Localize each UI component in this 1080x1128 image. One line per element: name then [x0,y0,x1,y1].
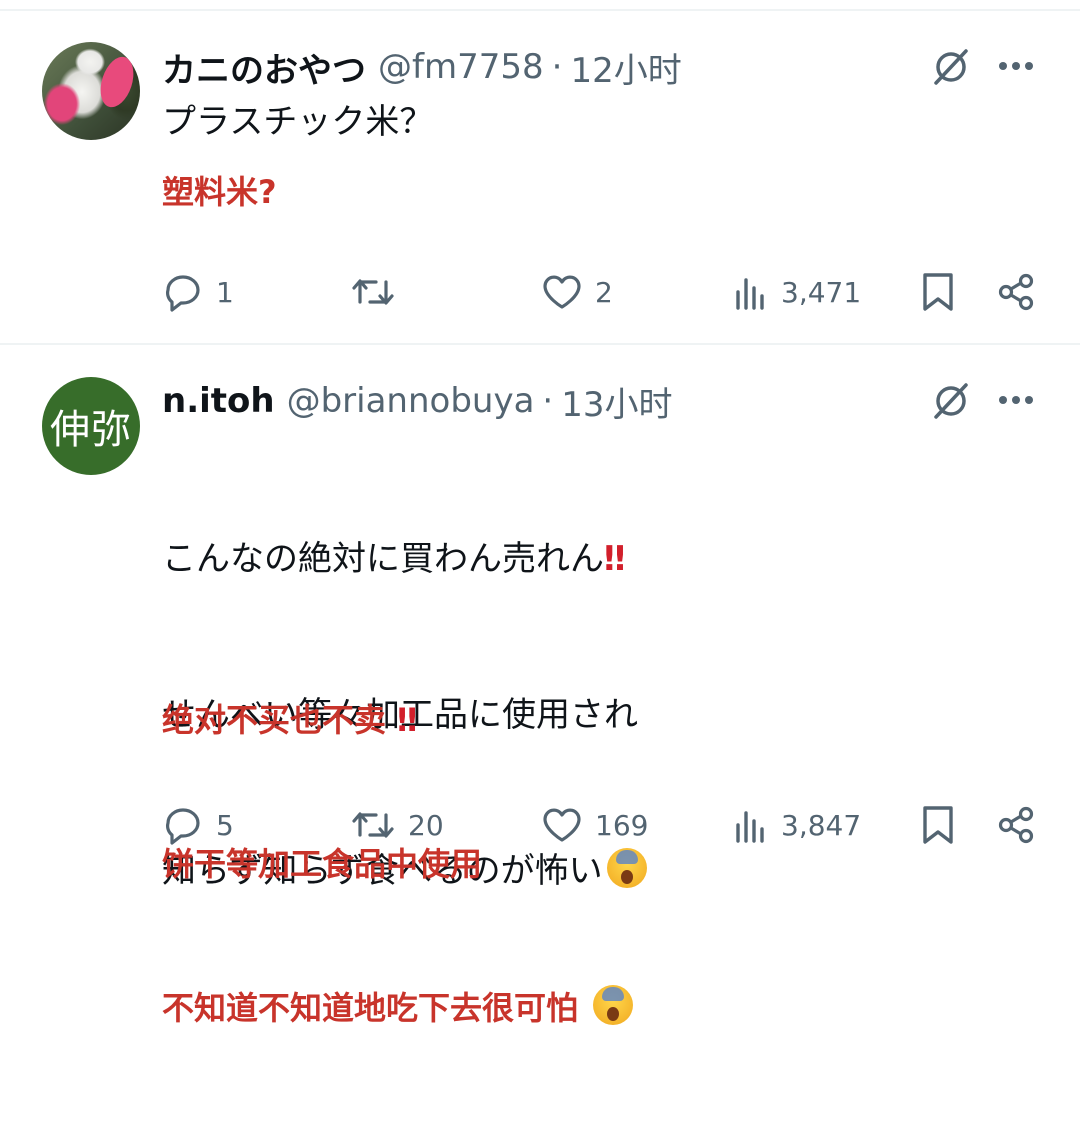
double-exclamation-emoji: ‼ [397,701,418,739]
bookmark-icon [923,273,953,311]
grok-icon[interactable] [928,378,974,424]
views-icon [736,278,764,310]
action-bar: 5 20 169 3,847 [0,800,1080,850]
screaming-face-emoji [593,985,634,1025]
repost-button[interactable]: 20 [350,800,444,850]
user-handle[interactable]: @fm7758 [378,47,544,87]
tweet-2[interactable]: 伸弥 n.itoh @briannobuya · 13小时 こんなの絶対に買わん… [0,345,1080,1027]
display-name[interactable]: n.itoh [162,381,275,421]
share-button[interactable] [996,267,1036,317]
share-icon [998,806,1034,844]
avatar[interactable]: 伸弥 [42,377,140,475]
bookmark-button[interactable] [920,800,956,850]
reply-button[interactable]: 1 [162,267,234,317]
views-icon [736,811,764,843]
views-button[interactable]: 3,471 [733,267,861,317]
views-count: 3,847 [781,808,862,842]
tweet-header: カニのおやつ @fm7758 · 12小时 [162,42,682,92]
more-icon[interactable] [994,46,1038,86]
display-name[interactable]: カニのおやつ [162,43,366,92]
reply-button[interactable]: 5 [162,800,234,850]
translation-text: 塑料米? [162,173,277,211]
translation-text: 绝对不买也不卖 ‼ 饼干等加工食品中使用 不知道不知道地吃下去很可怕 [162,600,634,1128]
avatar-ear [94,52,140,112]
like-count: 2 [595,275,613,309]
tweet-text: プラスチック米？ [162,102,434,142]
reply-icon [166,808,200,845]
translation-line: 绝对不买也不卖 ‼ [162,701,418,739]
like-button[interactable]: 169 [541,800,648,850]
like-icon [543,808,581,842]
like-icon [543,275,581,309]
grok-icon[interactable] [928,44,974,90]
separator-dot: · [542,381,554,421]
double-exclamation-emoji: ‼ [604,539,626,579]
reply-icon [166,275,200,312]
tweet-1[interactable]: カニのおやつ @fm7758 · 12小时 プラスチック米？ 塑料米? 1 2 … [0,0,1080,344]
reply-count: 5 [216,808,234,842]
views-button[interactable]: 3,847 [733,800,861,850]
tweet-text-line: こんなの絶対に買わん売れん‼ [162,539,626,579]
separator-dot: · [551,47,563,87]
more-icon[interactable] [994,380,1038,420]
repost-count: 20 [408,808,444,842]
action-bar: 1 2 3,471 [0,267,1080,317]
share-icon [998,273,1034,311]
bookmark-button[interactable] [920,267,956,317]
tweet-header: n.itoh @briannobuya · 13小时 [162,376,673,426]
repost-icon [352,812,394,838]
repost-button[interactable] [350,267,408,317]
share-button[interactable] [996,800,1036,850]
repost-icon [352,279,394,305]
like-count: 169 [595,808,649,842]
timestamp[interactable]: 13小时 [561,377,672,426]
avatar[interactable] [42,42,140,140]
views-count: 3,471 [781,275,862,309]
user-handle[interactable]: @briannobuya [287,381,535,421]
translation-line: 不知道不知道地吃下去很可怕 [162,984,634,1032]
timestamp[interactable]: 12小时 [570,43,681,92]
like-button[interactable]: 2 [541,267,613,317]
reply-count: 1 [216,275,234,309]
bookmark-icon [923,806,953,844]
